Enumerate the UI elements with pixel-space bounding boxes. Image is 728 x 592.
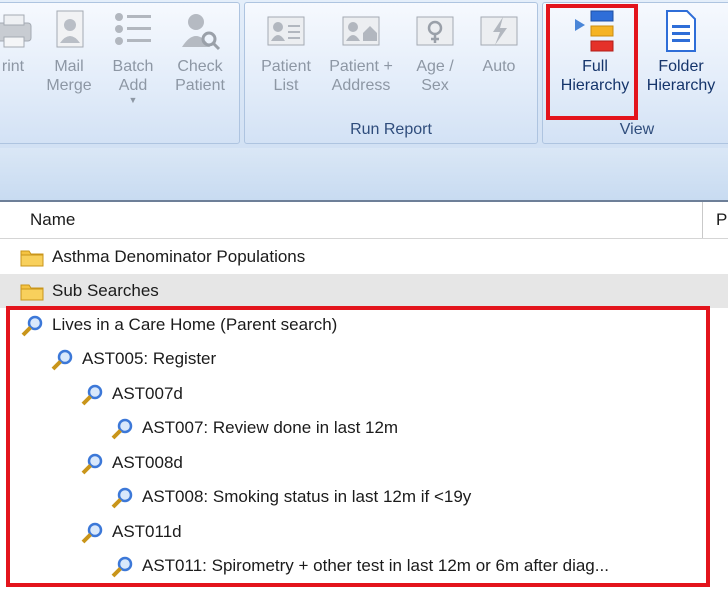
check-patient-icon (178, 9, 222, 53)
tree-item-label: Asthma Denominator Populations (52, 247, 306, 266)
printer-icon (0, 9, 37, 53)
document-icon (659, 9, 703, 53)
actions-group: rint Mail Merge Batch Add ▼ Check Patien… (0, 2, 240, 144)
run-report-group-label: Run Report (350, 121, 432, 138)
lightning-icon (477, 9, 521, 53)
second-column-header[interactable]: P (716, 210, 727, 230)
patient-list-button[interactable]: Patient List (253, 9, 319, 95)
folder-icon (20, 281, 44, 301)
folder-hierarchy-button[interactable]: Folder Hierarchy (641, 9, 721, 95)
name-column-header[interactable]: Name (30, 210, 75, 230)
check-patient-button[interactable]: Check Patient (167, 9, 233, 95)
batch-add-button[interactable]: Batch Add ▼ (105, 9, 161, 105)
print-button[interactable]: rint (0, 9, 33, 76)
folder-icon (20, 247, 44, 267)
patient-address-icon (339, 9, 383, 53)
full-hierarchy-highlight (546, 4, 638, 120)
batch-add-icon (111, 9, 155, 53)
patient-address-button[interactable]: Patient + Address (323, 9, 399, 95)
run-report-group: Patient List Patient + Address Age / Sex… (244, 2, 538, 144)
ribbon: rint Mail Merge Batch Add ▼ Check Patien… (0, 0, 728, 149)
mail-merge-icon (47, 9, 91, 53)
tree-row[interactable]: Sub Searches (0, 274, 728, 308)
chevron-down-icon[interactable]: ▼ (105, 95, 161, 105)
age-sex-icon (413, 9, 457, 53)
view-group-label: View (619, 121, 655, 138)
tree-row[interactable]: Asthma Denominator Populations (0, 240, 728, 274)
tree-item-label: Sub Searches (52, 281, 159, 300)
tree-header: Name P (0, 202, 728, 239)
age-sex-button[interactable]: Age / Sex (405, 9, 465, 95)
toolbar-strip (0, 148, 728, 202)
mail-merge-button[interactable]: Mail Merge (39, 9, 99, 95)
auto-button[interactable]: Auto (469, 9, 529, 76)
patient-list-icon (264, 9, 308, 53)
search-hierarchy-highlight (6, 306, 710, 587)
column-separator[interactable] (702, 202, 703, 238)
